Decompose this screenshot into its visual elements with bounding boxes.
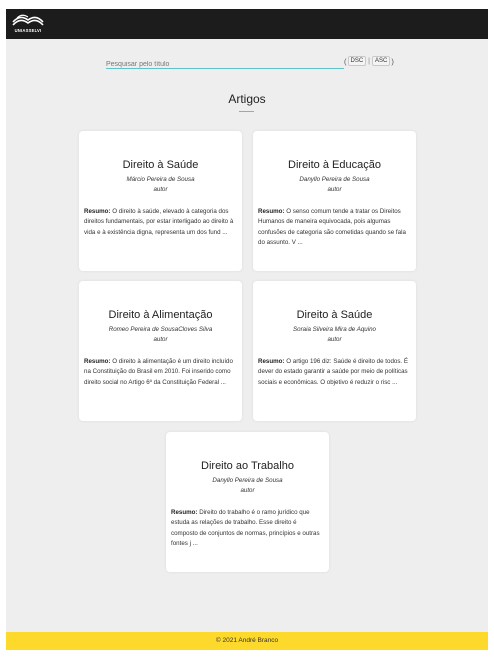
article-card[interactable]: Direito à Saúde Márcio Pereira de Sousa … xyxy=(79,131,242,271)
logo[interactable]: UNIASSELVI xyxy=(11,13,45,37)
article-title[interactable]: Direito ao Trabalho xyxy=(166,460,329,472)
article-summary: Resumo: O senso comum tende a tratar os … xyxy=(258,207,411,249)
app-frame: UNIASSELVI ( DSC | ASC ) Artigos Direito… xyxy=(6,9,488,650)
article-title[interactable]: Direito à Saúde xyxy=(253,309,416,321)
article-summary: Resumo: O artigo 196 diz: Saúde é direit… xyxy=(258,357,411,388)
book-logo-icon xyxy=(12,14,44,26)
sort-desc-button[interactable]: DSC xyxy=(347,56,367,66)
article-author: Danyllo Pereira de Sousa xyxy=(299,176,370,183)
sort-close-paren: ) xyxy=(391,56,394,66)
article-author: Márcio Pereira de Sousa xyxy=(126,176,195,183)
article-summary: Resumo: Direito do trabalho é o ramo jur… xyxy=(171,508,324,550)
summary-label: Resumo: xyxy=(84,208,111,215)
sort-controls: ( DSC | ASC ) xyxy=(344,56,394,66)
footer-copyright: © 2021 André Branco xyxy=(215,637,279,644)
page-title: Artigos xyxy=(228,92,266,106)
article-card[interactable]: Direito à Alimentação Romeo Pereira de S… xyxy=(79,281,242,421)
article-author-role: autor xyxy=(153,186,168,193)
article-author: Romeo Pereira de SousaCloves Silva xyxy=(108,326,213,333)
article-author-role: autor xyxy=(153,336,168,343)
article-author-role: autor xyxy=(327,186,342,193)
sort-separator: | xyxy=(368,57,370,65)
logo-text: UNIASSELVI xyxy=(14,28,42,33)
sort-asc-button[interactable]: ASC xyxy=(372,56,391,66)
footer: © 2021 André Branco xyxy=(6,632,488,650)
sort-open-paren: ( xyxy=(344,56,347,66)
article-summary: Resumo: O direito à alimentação é um dir… xyxy=(84,357,237,388)
summary-label: Resumo: xyxy=(171,509,198,516)
search-input[interactable] xyxy=(106,57,344,72)
title-underline xyxy=(239,111,254,112)
article-author-role: autor xyxy=(327,336,342,343)
article-author-role: autor xyxy=(240,487,255,494)
article-title[interactable]: Direito à Educação xyxy=(253,159,416,171)
article-summary: Resumo: O direito à saúde, elevado à cat… xyxy=(84,207,237,238)
article-author: Soraia Silveira Mira de Aquino xyxy=(293,326,376,333)
article-author: Danyllo Pereira de Sousa xyxy=(212,477,283,484)
search-field xyxy=(106,53,344,72)
summary-label: Resumo: xyxy=(258,358,285,365)
article-card[interactable]: Direito à Saúde Soraia Silveira Mira de … xyxy=(253,281,416,421)
article-card[interactable]: Direito à Educação Danyllo Pereira de So… xyxy=(253,131,416,271)
top-bar: UNIASSELVI xyxy=(6,9,488,39)
article-title[interactable]: Direito à Saúde xyxy=(79,159,242,171)
summary-label: Resumo: xyxy=(258,208,285,215)
article-title[interactable]: Direito à Alimentação xyxy=(79,309,242,321)
article-card[interactable]: Direito ao Trabalho Danyllo Pereira de S… xyxy=(166,432,329,572)
summary-label: Resumo: xyxy=(84,358,111,365)
